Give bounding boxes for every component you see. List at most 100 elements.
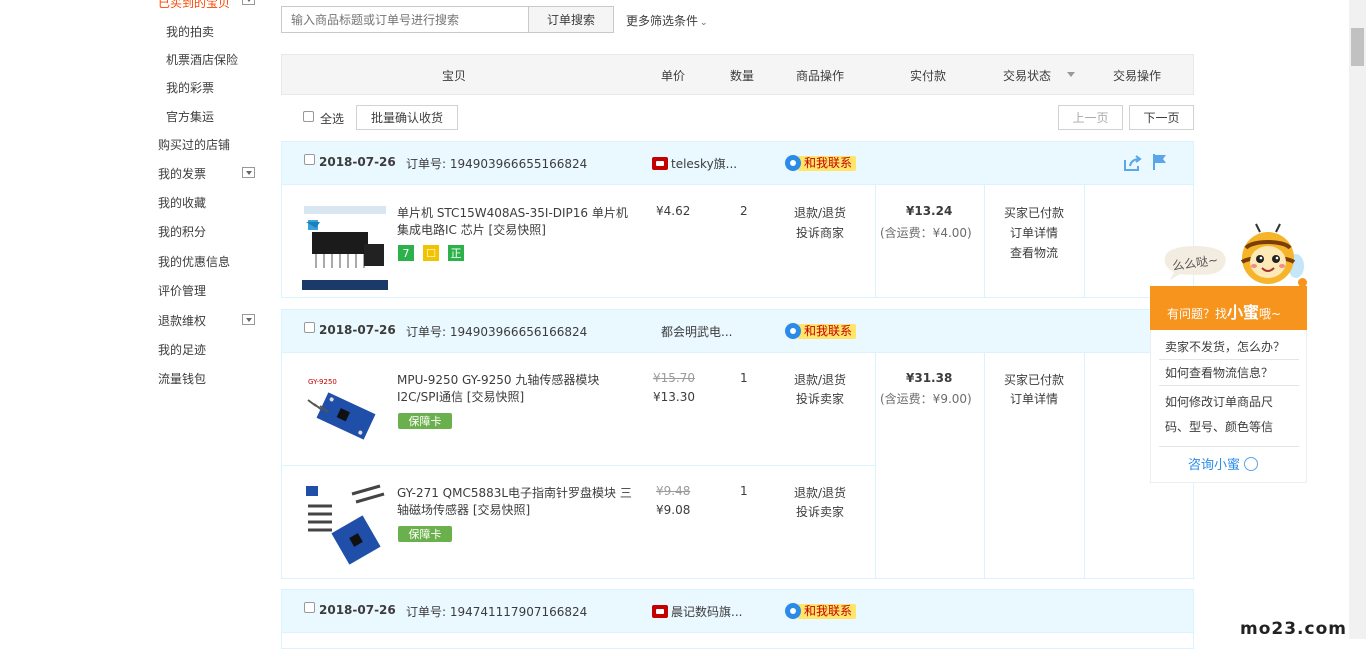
watermark: mo23.com bbox=[1240, 619, 1347, 639]
assistant-title: 有问题？找小蜜哦~ bbox=[1167, 299, 1281, 323]
order-date: 2018-07-26 bbox=[319, 155, 396, 169]
sidebar-item-points[interactable]: 我的积分 bbox=[158, 223, 206, 240]
guarantee-card-badge[interactable]: 保障卡 bbox=[398, 413, 452, 429]
order-checkbox[interactable] bbox=[304, 154, 315, 165]
refund-link[interactable]: 退款/退货 bbox=[794, 484, 846, 501]
chat-icon bbox=[785, 603, 801, 619]
order-table-header: 宝贝 单价 数量 商品操作 实付款 交易状态 交易操作 bbox=[281, 54, 1194, 95]
header-ops: 商品操作 bbox=[796, 69, 845, 83]
chat-icon bbox=[785, 155, 801, 171]
quality-icon[interactable]: ☐ bbox=[423, 245, 439, 261]
prev-page-button[interactable]: 上一页 bbox=[1058, 105, 1123, 130]
shop-name: 都会明武电... bbox=[661, 325, 733, 339]
chat-icon bbox=[785, 323, 801, 339]
assistant-widget: 么么哒~ 有问题？找小蜜哦~ 卖家不发货，怎么办？ 如何查看物流信息？ 如何修改… bbox=[1150, 220, 1307, 483]
scrollbar[interactable] bbox=[1349, 0, 1366, 639]
consult-button[interactable]: 咨询小蜜 bbox=[1188, 454, 1259, 473]
shop-name: 晨记数码旗... bbox=[671, 605, 743, 619]
order-number: 订单号: 194741117907166824 bbox=[406, 605, 588, 619]
scrollbar-thumb[interactable] bbox=[1351, 28, 1364, 66]
product-title[interactable]: 单片机 STC15W408AS-35I-DIP16 单片机集成电路IC 芯片 [… bbox=[397, 205, 637, 239]
contact-seller-button[interactable]: 和我联系 bbox=[785, 603, 857, 619]
faq-item[interactable]: 如何修改订单商品尺码、型号、颜色等信 bbox=[1165, 390, 1285, 440]
product-title[interactable]: GY-271 QMC5883L电子指南针罗盘模块 三轴磁场传感器 [交易快照] bbox=[397, 485, 637, 519]
product-title[interactable]: MPU-9250 GY-9250 九轴传感器模块 I2C/SPI通信 [交易快照… bbox=[397, 372, 637, 406]
sidebar-item-bought[interactable]: 已买到的宝贝 bbox=[158, 0, 230, 11]
order-card: 2018-07-26 订单号: 194741117907166824 晨记数码旗… bbox=[281, 589, 1194, 649]
flag-icon[interactable] bbox=[1152, 153, 1169, 171]
order-details-link[interactable]: 订单详情 bbox=[1010, 390, 1058, 407]
order-search-button[interactable]: 订单搜索 bbox=[528, 6, 614, 33]
product-image[interactable] bbox=[302, 484, 388, 570]
header-item: 宝贝 bbox=[442, 69, 467, 83]
order-date: 2018-07-26 bbox=[319, 323, 396, 337]
select-all-checkbox[interactable] bbox=[303, 111, 314, 122]
quantity: 1 bbox=[740, 484, 748, 498]
order-checkbox[interactable] bbox=[304, 322, 315, 333]
order-checkbox[interactable] bbox=[304, 602, 315, 613]
order-date: 2018-07-26 bbox=[319, 603, 396, 617]
sidebar-item-favorites[interactable]: 我的收藏 bbox=[158, 194, 206, 211]
title-suffix: 哦~ bbox=[1259, 307, 1282, 321]
complain-link[interactable]: 投诉卖家 bbox=[796, 503, 844, 520]
faq-item[interactable]: 如何查看物流信息？ bbox=[1165, 364, 1273, 381]
chevron-down-icon: ⌄ bbox=[700, 18, 708, 28]
shop-name: telesky旗... bbox=[671, 157, 738, 171]
refund-link[interactable]: 退款/退货 bbox=[794, 204, 846, 221]
sidebar-item-travel[interactable]: 机票酒店保险 bbox=[166, 51, 238, 68]
shop-link[interactable]: telesky旗... bbox=[652, 155, 737, 172]
sidebar-item-shipping[interactable]: 官方集运 bbox=[166, 108, 214, 125]
guarantee-card-badge[interactable]: 保障卡 bbox=[398, 526, 452, 542]
paid-amount: ¥31.38 bbox=[906, 371, 953, 385]
sidebar-item-data-wallet[interactable]: 流量钱包 bbox=[158, 370, 206, 387]
order-header: 2018-07-26 订单号: 194741117907166824 晨记数码旗… bbox=[282, 590, 1193, 633]
sidebar-item-auction[interactable]: 我的拍卖 bbox=[166, 23, 214, 40]
sidebar-item-refunds[interactable]: 退款维权 bbox=[158, 312, 206, 329]
seven-day-return-icon[interactable]: 7 bbox=[398, 245, 414, 261]
next-page-button[interactable]: 下一页 bbox=[1129, 105, 1194, 130]
share-icon[interactable] bbox=[1123, 155, 1142, 172]
sidebar-item-coupons[interactable]: 我的优惠信息 bbox=[158, 253, 230, 270]
select-all-label: 全选 bbox=[320, 112, 345, 126]
search-input[interactable] bbox=[281, 6, 529, 33]
batch-confirm-button[interactable]: 批量确认收货 bbox=[356, 105, 458, 130]
header-status[interactable]: 交易状态 bbox=[1003, 67, 1051, 84]
title-prefix: 有问题？找 bbox=[1167, 307, 1228, 321]
header-paid: 实付款 bbox=[910, 69, 947, 83]
product-image[interactable]: GY-9250 bbox=[302, 372, 388, 458]
shop-link[interactable]: 晨记数码旗... bbox=[652, 603, 742, 620]
consult-label: 咨询小蜜 bbox=[1188, 458, 1241, 473]
order-number: 订单号: 194903966656166824 bbox=[406, 325, 588, 339]
chevron-down-icon[interactable] bbox=[242, 0, 255, 5]
bee-mascot-icon[interactable] bbox=[1238, 222, 1304, 292]
chevron-down-icon[interactable] bbox=[242, 314, 255, 325]
sidebar: 已买到的宝贝 我的拍卖 机票酒店保险 我的彩票 官方集运 购买过的店铺 我的发票… bbox=[0, 0, 270, 639]
contact-seller-button[interactable]: 和我联系 bbox=[785, 323, 857, 339]
paid-amount: ¥13.24 bbox=[906, 204, 953, 218]
unit-price: ¥13.30 bbox=[653, 390, 695, 404]
contact-seller-button[interactable]: 和我联系 bbox=[785, 155, 857, 171]
header-action: 交易操作 bbox=[1113, 69, 1162, 83]
contact-label: 和我联系 bbox=[798, 155, 857, 171]
chevron-down-icon[interactable] bbox=[1067, 72, 1075, 77]
authentic-icon[interactable]: 正 bbox=[448, 245, 464, 261]
shop-link[interactable]: 都会明武电... bbox=[661, 323, 732, 340]
order-status: 买家已付款 bbox=[1004, 373, 1065, 387]
sidebar-item-lottery[interactable]: 我的彩票 bbox=[166, 79, 214, 96]
sidebar-item-invoice[interactable]: 我的发票 bbox=[158, 165, 206, 182]
sidebar-item-reviews[interactable]: 评价管理 bbox=[158, 282, 206, 299]
order-header: 2018-07-26 订单号: 194903966656166824 都会明武电… bbox=[282, 310, 1193, 353]
sidebar-item-footprints[interactable]: 我的足迹 bbox=[158, 341, 206, 358]
refund-link[interactable]: 退款/退货 bbox=[794, 371, 846, 388]
complain-link[interactable]: 投诉商家 bbox=[796, 224, 844, 241]
view-logistics-link[interactable]: 查看物流 bbox=[1010, 244, 1058, 261]
complain-link[interactable]: 投诉卖家 bbox=[796, 390, 844, 407]
order-details-link[interactable]: 订单详情 bbox=[1010, 224, 1058, 241]
product-image[interactable] bbox=[302, 204, 388, 290]
sidebar-item-shops[interactable]: 购买过的店铺 bbox=[158, 136, 230, 153]
order-status: 买家已付款 bbox=[1004, 206, 1065, 220]
more-filters-link[interactable]: 更多筛选条件 ⌄ bbox=[626, 12, 708, 29]
faq-item[interactable]: 卖家不发货，怎么办？ bbox=[1165, 338, 1285, 355]
chevron-down-icon[interactable] bbox=[242, 167, 255, 178]
quantity: 1 bbox=[740, 371, 748, 385]
